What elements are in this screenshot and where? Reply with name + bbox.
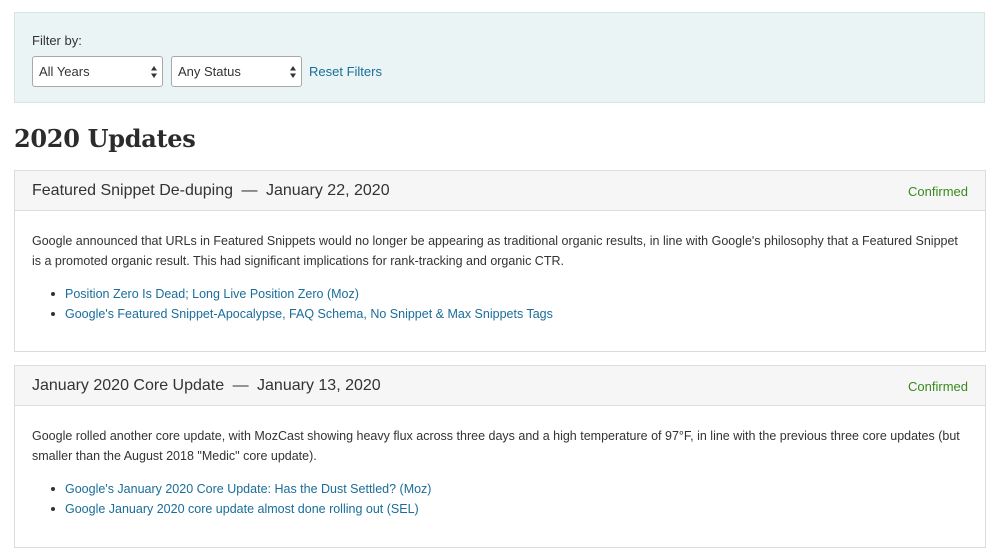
update-card: January 2020 Core Update — January 13, 2…: [14, 365, 986, 548]
update-name: January 2020 Core Update: [32, 377, 225, 394]
update-date: January 13, 2020: [257, 377, 381, 394]
status-select-value: Any Status: [178, 64, 241, 79]
status-badge: Confirmed: [908, 184, 968, 199]
update-name: Featured Snippet De-duping: [32, 182, 234, 199]
update-link[interactable]: Google's January 2020 Core Update: Has t…: [65, 482, 431, 496]
update-card: Featured Snippet De-duping — January 22,…: [14, 170, 986, 352]
filter-panel: Filter by: All Years Any Status Reset Fi…: [14, 12, 985, 103]
list-item: Google's January 2020 Core Update: Has t…: [47, 479, 431, 499]
update-description: Google rolled another core update, with …: [32, 429, 960, 463]
update-links: Position Zero Is Dead; Long Live Positio…: [47, 284, 553, 324]
select-arrows-icon: [151, 66, 157, 78]
update-title: Featured Snippet De-duping — January 22,…: [32, 182, 390, 200]
title-separator: —: [241, 182, 258, 199]
filter-label: Filter by:: [32, 33, 82, 48]
years-select-value: All Years: [39, 64, 90, 79]
reset-filters-link[interactable]: Reset Filters: [309, 64, 382, 79]
update-card-header: January 2020 Core Update — January 13, 2…: [15, 366, 985, 406]
page: Filter by: All Years Any Status Reset Fi…: [0, 0, 1000, 560]
list-item: Google's Featured Snippet-Apocalypse, FA…: [47, 304, 553, 324]
update-description: Google announced that URLs in Featured S…: [32, 234, 958, 268]
years-select[interactable]: All Years: [32, 56, 163, 87]
title-separator: —: [232, 377, 249, 394]
select-arrows-icon: [290, 66, 296, 78]
update-links: Google's January 2020 Core Update: Has t…: [47, 479, 431, 519]
update-link[interactable]: Position Zero Is Dead; Long Live Positio…: [65, 287, 359, 301]
update-title: January 2020 Core Update — January 13, 2…: [32, 377, 381, 395]
status-badge: Confirmed: [908, 379, 968, 394]
update-link[interactable]: Google's Featured Snippet-Apocalypse, FA…: [65, 307, 553, 321]
list-item: Position Zero Is Dead; Long Live Positio…: [47, 284, 553, 304]
section-title: 2020 Updates: [14, 124, 196, 153]
update-date: January 22, 2020: [265, 182, 390, 199]
list-item: Google January 2020 core update almost d…: [47, 499, 431, 519]
update-link[interactable]: Google January 2020 core update almost d…: [65, 502, 419, 516]
update-card-header: Featured Snippet De-duping — January 22,…: [15, 171, 985, 211]
status-select[interactable]: Any Status: [171, 56, 302, 87]
